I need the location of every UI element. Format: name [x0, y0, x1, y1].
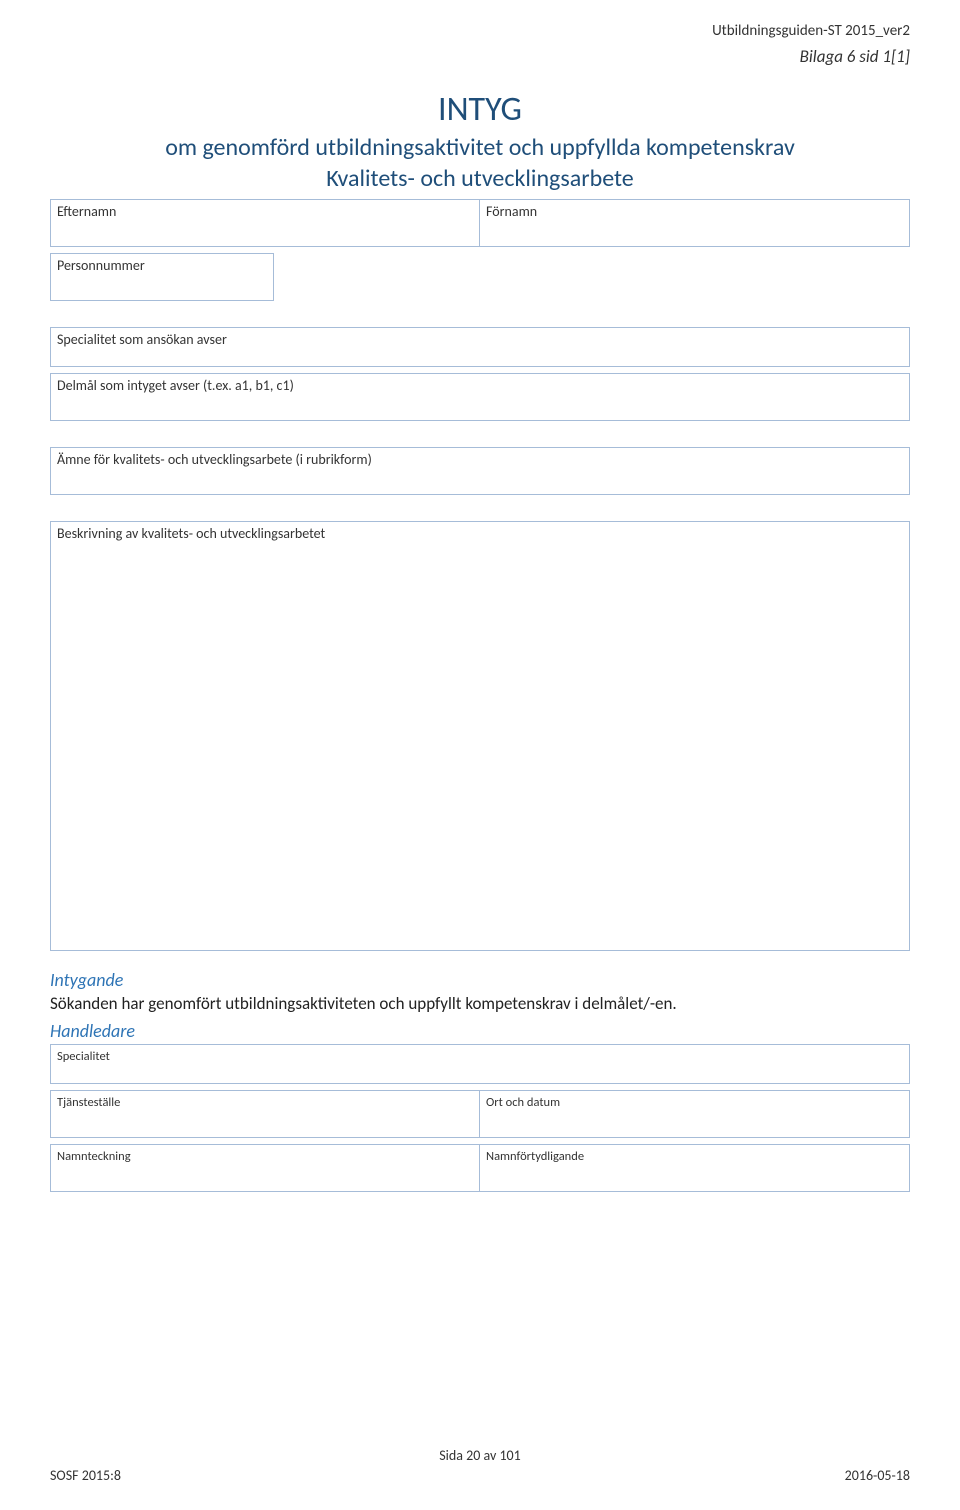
title-subject: Kvalitets- och utvecklingsarbete	[50, 164, 910, 193]
footer-right: 2016-05-18	[845, 1467, 910, 1484]
beskrivning-field[interactable]: Beskrivning av kvalitets- och utveckling…	[50, 521, 910, 951]
handledare-specialitet-label: Specialitet	[57, 1049, 903, 1064]
tjanstestalle-label: Tjänsteställe	[57, 1095, 473, 1110]
beskrivning-row: Beskrivning av kvalitets- och utveckling…	[50, 521, 910, 951]
personnummer-label: Personnummer	[57, 258, 267, 275]
page-header-right: Utbildningsguiden-ST 2015_ver2 Bilaga 6 …	[712, 22, 910, 67]
footer-bar: SOSF 2015:8 2016-05-18	[50, 1467, 910, 1484]
fornamn-label: Förnamn	[486, 204, 903, 221]
fornamn-field[interactable]: Förnamn	[480, 199, 910, 247]
doc-version: Utbildningsguiden-ST 2015_ver2	[712, 22, 910, 40]
title-main: INTYG	[50, 90, 910, 131]
namnteckning-field[interactable]: Namnteckning	[50, 1144, 480, 1192]
handledare-specialitet-row: Specialitet	[50, 1044, 910, 1084]
amne-label: Ämne för kvalitets- och utvecklingsarbet…	[57, 452, 903, 469]
efternamn-label: Efternamn	[57, 204, 473, 221]
amne-field[interactable]: Ämne för kvalitets- och utvecklingsarbet…	[50, 447, 910, 495]
name-row: Efternamn Förnamn	[50, 199, 910, 247]
delmal-field[interactable]: Delmål som intyget avser (t.ex. a1, b1, …	[50, 373, 910, 421]
intygande-heading: Intygande	[50, 969, 910, 991]
beskrivning-label: Beskrivning av kvalitets- och utveckling…	[57, 526, 903, 543]
document-page: Utbildningsguiden-ST 2015_ver2 Bilaga 6 …	[0, 0, 960, 1510]
namnfortydligande-field[interactable]: Namnförtydligande	[480, 1144, 910, 1192]
title-subline: om genomförd utbildningsaktivitet och up…	[50, 133, 910, 162]
specialitet-ansokan-label: Specialitet som ansökan avser	[57, 332, 903, 349]
amne-row: Ämne för kvalitets- och utvecklingsarbet…	[50, 447, 910, 495]
tjanstestalle-row: Tjänsteställe Ort och datum	[50, 1090, 910, 1138]
attachment-label: Bilaga 6 sid 1[1]	[712, 46, 910, 67]
personnummer-row: Personnummer	[50, 253, 910, 301]
specialitet-ansokan-row: Specialitet som ansökan avser	[50, 327, 910, 367]
specialitet-ansokan-field[interactable]: Specialitet som ansökan avser	[50, 327, 910, 367]
footer-page-number: Sida 20 av 101	[0, 1447, 960, 1464]
title-block: INTYG om genomförd utbildningsaktivitet …	[50, 90, 910, 193]
namnteckning-label: Namnteckning	[57, 1149, 473, 1164]
efternamn-field[interactable]: Efternamn	[50, 199, 480, 247]
delmal-row: Delmål som intyget avser (t.ex. a1, b1, …	[50, 373, 910, 421]
personnummer-field[interactable]: Personnummer	[50, 253, 274, 301]
tjanstestalle-field[interactable]: Tjänsteställe	[50, 1090, 480, 1138]
signature-row: Namnteckning Namnförtydligande	[50, 1144, 910, 1192]
intygande-text: Sökanden har genomfört utbildningsaktivi…	[50, 993, 910, 1014]
ort-datum-label: Ort och datum	[486, 1095, 903, 1110]
footer-left: SOSF 2015:8	[50, 1467, 121, 1484]
namnfortydligande-label: Namnförtydligande	[486, 1149, 903, 1164]
handledare-specialitet-field[interactable]: Specialitet	[50, 1044, 910, 1084]
delmal-label: Delmål som intyget avser (t.ex. a1, b1, …	[57, 378, 903, 395]
handledare-heading: Handledare	[50, 1020, 910, 1042]
ort-datum-field[interactable]: Ort och datum	[480, 1090, 910, 1138]
